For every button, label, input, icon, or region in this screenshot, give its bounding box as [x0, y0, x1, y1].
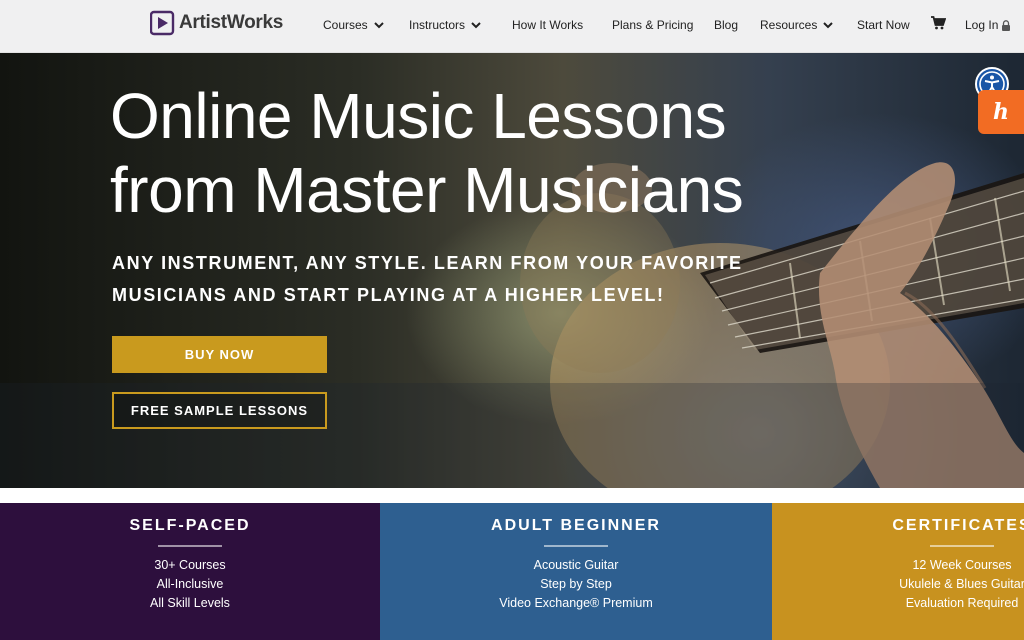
- card-certificates[interactable]: CERTIFICATES 12 Week Courses Ukulele & B…: [772, 503, 1024, 640]
- card-list: 30+ Courses All-Inclusive All Skill Leve…: [0, 556, 380, 613]
- list-item: 30+ Courses: [154, 558, 226, 572]
- logo-play-icon: [150, 10, 175, 36]
- card-list: 12 Week Courses Ukulele & Blues Guitar E…: [772, 556, 1024, 613]
- hero-subtitle-line2: MUSICIANS AND START PLAYING AT A HIGHER …: [112, 285, 665, 305]
- nav-how-it-works[interactable]: How It Works: [512, 18, 583, 32]
- login-label: Log In: [965, 18, 999, 32]
- card-adult-beginner[interactable]: ADULT BEGINNER Acoustic Guitar Step by S…: [380, 503, 772, 640]
- card-title: SELF-PACED: [129, 517, 251, 534]
- nav-start-now-label: Start Now: [857, 18, 910, 32]
- nav-plans-pricing-label: Plans & Pricing: [612, 18, 694, 32]
- card-divider: [158, 545, 222, 547]
- nav-how-it-works-label: How It Works: [512, 18, 584, 32]
- lock-icon: [1002, 19, 1011, 31]
- free-sample-lessons-button[interactable]: FREE SAMPLE LESSONS: [112, 392, 327, 429]
- feature-cards: SELF-PACED 30+ Courses All-Inclusive All…: [0, 503, 1024, 640]
- list-item: All Skill Levels: [150, 596, 230, 610]
- card-title: CERTIFICATES: [892, 517, 1024, 534]
- honey-extension-button[interactable]: h: [978, 90, 1024, 134]
- honey-h-icon: h: [993, 99, 1009, 125]
- list-item: 12 Week Courses: [912, 558, 1012, 572]
- site-header: ArtistWorks Courses Instructors How It W…: [0, 0, 1024, 53]
- hero-title-line2: from Master Musicians: [110, 154, 744, 226]
- nav-blog-label: Blog: [714, 18, 739, 32]
- nav-plans-pricing[interactable]: Plans & Pricing: [612, 18, 693, 32]
- nav-courses-label: Courses: [323, 18, 368, 32]
- list-item: Video Exchange® Premium: [499, 596, 653, 610]
- login-link[interactable]: Log In: [965, 18, 1011, 32]
- cart-button[interactable]: [931, 16, 946, 30]
- nav-start-now[interactable]: Start Now: [857, 18, 910, 32]
- nav-instructors[interactable]: Instructors: [409, 18, 482, 32]
- hero-subtitle-line1: ANY INSTRUMENT, ANY STYLE. LEARN FROM YO…: [112, 253, 743, 273]
- card-inner: CERTIFICATES 12 Week Courses Ukulele & B…: [772, 503, 1024, 640]
- nav-courses[interactable]: Courses: [323, 18, 385, 32]
- chevron-down-icon: [823, 22, 834, 29]
- nav-blog[interactable]: Blog: [714, 18, 738, 32]
- chevron-down-icon: [471, 22, 481, 29]
- list-item: All-Inclusive: [156, 577, 224, 591]
- hero-title-line1: Online Music Lessons: [110, 80, 727, 152]
- card-list: Acoustic Guitar Step by Step Video Excha…: [380, 556, 772, 613]
- list-item: Ukulele & Blues Guitar: [899, 577, 1024, 591]
- hero-title: Online Music Lessons from Master Musicia…: [110, 79, 810, 227]
- card-divider: [544, 545, 608, 547]
- buy-now-button[interactable]: BUY NOW: [112, 336, 327, 373]
- list-item: Step by Step: [540, 577, 612, 591]
- nav-resources-label: Resources: [760, 18, 818, 32]
- chevron-down-icon: [373, 22, 384, 29]
- card-title: ADULT BEGINNER: [491, 517, 661, 534]
- logo-text: ArtistWorks: [179, 12, 284, 33]
- hero-subtitle: ANY INSTRUMENT, ANY STYLE. LEARN FROM YO…: [112, 247, 812, 311]
- hero-banner: Online Music Lessons from Master Musicia…: [0, 53, 1024, 488]
- cart-icon: [931, 16, 946, 30]
- nav-resources[interactable]: Resources: [760, 18, 834, 32]
- card-self-paced[interactable]: SELF-PACED 30+ Courses All-Inclusive All…: [0, 503, 380, 640]
- card-divider: [930, 545, 994, 547]
- list-item: Acoustic Guitar: [533, 558, 619, 572]
- nav-instructors-label: Instructors: [409, 18, 466, 32]
- list-item: Evaluation Required: [905, 596, 1019, 610]
- logo[interactable]: ArtistWorks: [150, 10, 283, 36]
